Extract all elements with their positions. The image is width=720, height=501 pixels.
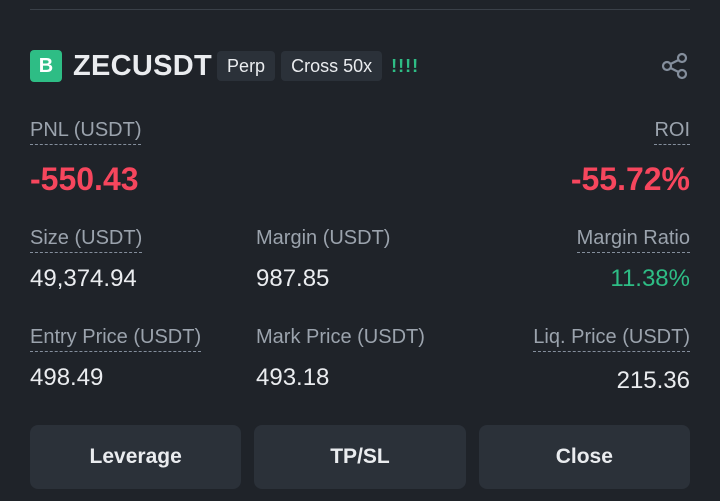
contract-type-tag: Perp xyxy=(217,51,276,81)
entry-price-label[interactable]: Entry Price (USDT) xyxy=(30,325,202,352)
pnl-label[interactable]: PNL (USDT) xyxy=(30,118,142,145)
side-badge: B xyxy=(30,50,62,82)
size-value: 49,374.94 xyxy=(30,265,137,292)
liq-price-label[interactable]: Liq. Price (USDT) xyxy=(533,325,690,352)
action-buttons: Leverage TP/SL Close xyxy=(30,425,690,489)
margin-label: Margin (USDT) xyxy=(256,227,391,249)
leverage-button[interactable]: Leverage xyxy=(30,425,242,489)
roi-label[interactable]: ROI xyxy=(654,118,690,145)
adl-indicator: !!!! xyxy=(391,55,420,76)
margin-ratio-value: 11.38% xyxy=(610,265,690,292)
margin-mode-tag[interactable]: Cross 50x xyxy=(281,51,383,81)
close-button[interactable]: Close xyxy=(478,425,690,489)
top-divider xyxy=(30,9,690,10)
position-header: B ZECUSDT Perp Cross 50x !!!! xyxy=(30,48,690,84)
share-icon[interactable] xyxy=(660,52,690,80)
margin-ratio-label[interactable]: Margin Ratio xyxy=(576,226,690,253)
roi-value: -55.72% xyxy=(570,161,690,197)
tpsl-button[interactable]: TP/SL xyxy=(254,425,466,489)
mark-price-label: Mark Price (USDT) xyxy=(256,326,425,348)
margin-value: 987.85 xyxy=(256,265,330,292)
pnl-value: -550.43 xyxy=(30,161,139,197)
entry-price-value: 498.49 xyxy=(30,364,104,391)
liq-price-value: 215.36 xyxy=(616,367,690,394)
mark-price-value: 493.18 xyxy=(256,364,330,391)
size-label[interactable]: Size (USDT) xyxy=(30,226,143,253)
symbol-label[interactable]: ZECUSDT xyxy=(73,50,212,83)
